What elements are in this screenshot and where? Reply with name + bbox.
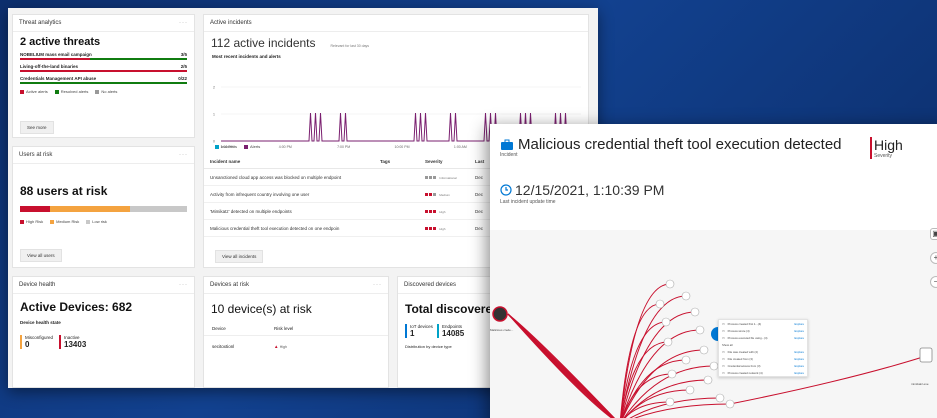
threat-item[interactable]: Living-off-the-land binaries 2/5 [13,62,194,74]
incident-title: Malicious credential theft tool executio… [518,136,842,153]
active-threats-title: 2 active threats [20,36,101,48]
list-item[interactable]: ▭ File was created with (2) Explore [719,348,807,355]
zoom-in-icon[interactable]: + [930,252,937,264]
list-item[interactable]: ▭ Process executed file using...(4) Explor… [719,334,807,341]
iot-devices-stat[interactable]: IoT devices 1 [405,324,433,338]
list-item[interactable]: ▭ Credential access from (3) Explore [719,362,807,369]
list-item[interactable]: ▭ Process created network (4) Explore [719,369,807,376]
chart-legend: Incidents Alerts [208,141,267,152]
threat-item[interactable]: NOBELIUM mass email campaign 3/5 [13,50,194,62]
more-options-icon[interactable]: ··· [179,152,188,158]
source-node-label: Malicious crede... [490,328,514,332]
graph-node [695,325,705,335]
fit-view-icon[interactable]: ▣ [930,228,937,240]
card-title: Devices at risk [210,282,250,288]
target-node-label: mimikatz.exe [911,382,929,386]
card-title: Threat analytics [19,20,62,26]
incident-type: Incident [500,152,518,158]
risk-bar [20,206,187,212]
incident-timestamp: 12/15/2021, 1:10:39 PM [515,182,665,198]
file-icon [919,347,933,363]
graph-node [690,307,700,317]
devices-at-risk-card: Devices at risk ··· 10 device(s) at risk … [203,276,389,388]
users-at-risk-card: Users at risk ··· 88 users at risk High R… [12,146,195,268]
users-at-risk-title: 88 users at risk [20,184,108,198]
list-item[interactable]: ▭ Process wrote (4) Explore [719,327,807,334]
risk-legend: High Risk Medium Risk Low risk [13,212,194,227]
evidence-list: ▭ Process created first 1...(4) Explore ▭ P… [718,319,808,377]
graph-node [681,355,691,365]
list-item[interactable]: ▭ File created from (3) Explore [719,355,807,362]
inactive-stat[interactable]: Inactive 13403 [59,335,86,349]
endpoints-stat[interactable]: Endpoints 14085 [436,324,464,338]
severity-indicator: High Severity [870,137,903,159]
devices-at-risk-title: 10 device(s) at risk [211,302,312,316]
threat-legend: Active alerts Resolved alerts No alerts [13,86,194,97]
active-incidents-title: 112 active incidents [211,36,316,50]
graph-node [661,317,671,327]
x-tick-label: 7:00 PM [337,145,350,149]
zoom-out-icon[interactable]: − [930,276,937,288]
incident-detail-panel: Malicious credential theft tool executio… [490,124,937,418]
x-tick-label: 1:00 AM [454,145,467,149]
more-options-icon[interactable]: ··· [179,282,188,288]
view-all-users-button[interactable]: View all users [20,249,62,262]
see-more-button[interactable]: See more [20,121,54,134]
graph-node [709,361,719,371]
threat-item[interactable]: Credentials Management API abuse 0/22 [13,74,194,86]
clock-icon [500,184,512,196]
card-title: Discovered devices [404,282,457,288]
show-all-link[interactable]: Show all [719,341,807,348]
device-health-subtitle: Device health state [20,320,61,325]
active-devices-title: Active Devices: 682 [20,300,133,314]
incident-graph[interactable]: Malicious crede... mimikatz.exe [490,230,937,418]
timestamp-label: Last incident update time [500,199,556,205]
x-tick-label: 4:00 PM [279,145,292,149]
graph-node [665,279,675,289]
y-tick-label: 2 [213,86,215,90]
y-tick-label: 1 [213,113,215,117]
graph-node [655,299,665,309]
more-options-icon[interactable]: ··· [179,20,188,26]
card-title: Users at risk [19,152,53,158]
graph-node [663,337,673,347]
misconfigured-stat[interactable]: Misconfigured 0 [20,335,53,349]
briefcase-icon [501,139,513,150]
card-title: Active incidents [210,20,252,26]
list-item[interactable]: ▭ Process created first 1...(4) Explore [719,320,807,327]
chart-subtitle: Most recent incidents and alerts [212,54,281,59]
relevance-note: Relevant for last 30 days [330,44,370,48]
graph-node [725,399,735,409]
graph-node [681,291,691,301]
view-all-incidents-button[interactable]: View all incidents [215,250,264,263]
threat-analytics-card: Threat analytics ··· 2 active threats NOB… [12,14,195,138]
table-row[interactable]: secitoxtionl ▲ High [204,335,388,357]
graph-node [665,397,675,407]
x-tick-label: 10:00 PM [395,145,410,149]
graph-node [699,345,709,355]
more-options-icon[interactable]: ··· [373,282,382,288]
graph-node [715,393,725,403]
shield-icon [492,306,508,322]
device-health-card: Device health ··· Active Devices: 682 Dev… [12,276,195,388]
graph-node [703,375,713,385]
graph-node [667,369,677,379]
incident-graph-canvas [492,279,933,418]
card-title: Device health [19,282,56,288]
graph-node [685,385,695,395]
